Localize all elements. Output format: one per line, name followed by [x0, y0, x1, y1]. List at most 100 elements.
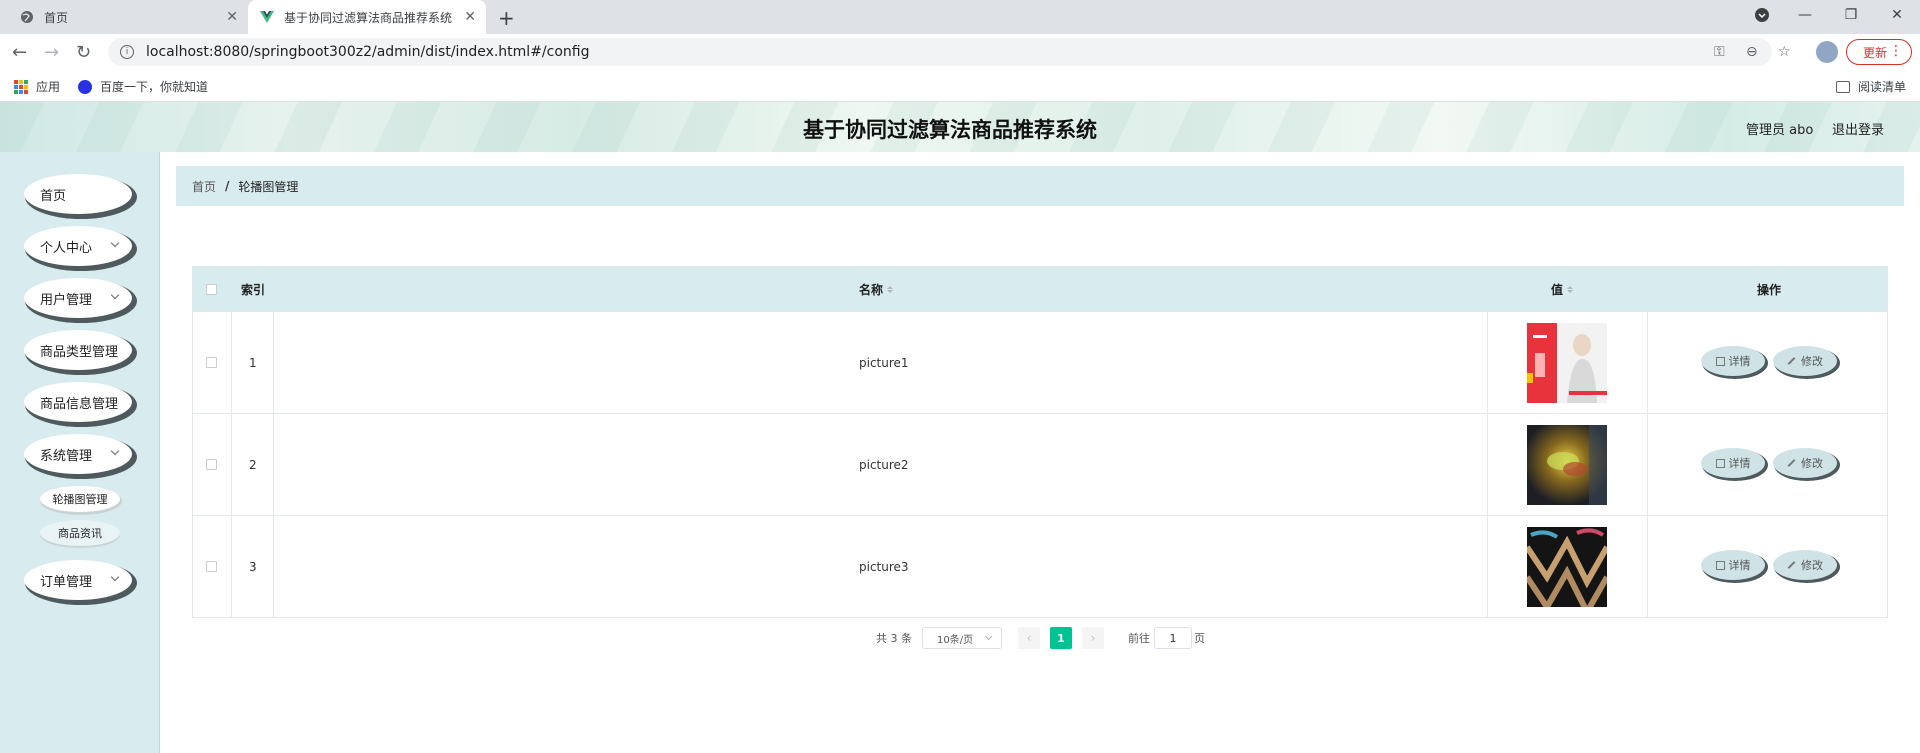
current-user: 管理员 abo	[1746, 123, 1814, 138]
zoom-icon[interactable]: ⊖	[1746, 44, 1758, 60]
checkbox[interactable]	[206, 459, 217, 470]
page-button[interactable]: 1	[1050, 627, 1072, 649]
row-checkbox[interactable]	[206, 516, 217, 617]
back-icon[interactable]: ←	[12, 42, 27, 63]
minimize-icon[interactable]: —	[1790, 0, 1820, 30]
document-icon	[1715, 356, 1725, 366]
update-label: 更新	[1863, 45, 1888, 60]
sidebar-item-product-type[interactable]: 商品类型管理	[24, 330, 132, 370]
address-bar: ← → ↻ i localhost:8080/springboot300z2/a…	[0, 34, 1920, 70]
checkbox[interactable]	[206, 357, 217, 368]
table-header: 索引 名称 值 操作	[193, 267, 1887, 311]
info-icon[interactable]: i	[120, 45, 134, 59]
table-row: 1 picture1 详情 修改	[193, 311, 1887, 413]
next-page-button[interactable]: ›	[1082, 627, 1104, 649]
sidebar-item-product-info[interactable]: 商品信息管理	[24, 382, 132, 422]
row-checkbox[interactable]	[206, 414, 217, 515]
row-index: 2	[249, 457, 257, 472]
browser-tab-app[interactable]: 基于协同过滤算法商品推荐系统 ✕	[248, 0, 486, 34]
sidebar-subitem-carousel[interactable]: 轮播图管理	[40, 486, 120, 512]
reload-icon[interactable]: ↻	[76, 42, 91, 63]
apps-grid-icon	[14, 79, 28, 94]
page-size-select[interactable]: 10条/页	[922, 627, 1002, 649]
window-close-icon[interactable]: ✕	[1882, 0, 1912, 30]
new-tab-icon[interactable]: +	[498, 6, 515, 30]
sidebar-item-order-management[interactable]: 订单管理	[24, 560, 132, 600]
sort-icon[interactable]	[887, 285, 894, 293]
goto-page-input[interactable]: 1	[1154, 627, 1192, 649]
page-size-value: 10条/页	[937, 634, 974, 646]
sidebar-subitem-label: 商品资讯	[58, 527, 102, 540]
sidebar-item-home[interactable]: 首页	[24, 174, 132, 214]
row-image[interactable]	[1527, 414, 1607, 515]
url-text: localhost:8080/springboot300z2/admin/dis…	[146, 44, 590, 60]
bookmark-apps[interactable]: 应用	[14, 78, 60, 95]
row-image[interactable]	[1527, 312, 1607, 413]
edit-icon	[1787, 459, 1796, 467]
chevron-down-icon	[110, 446, 120, 456]
bookmark-star-icon[interactable]: ☆	[1778, 44, 1791, 60]
sidebar-subitem-label: 轮播图管理	[52, 493, 108, 506]
sidebar-item-label: 商品信息管理	[40, 396, 119, 412]
sidebar-subitem-news[interactable]: 商品资讯	[40, 520, 120, 546]
sort-icon[interactable]	[1567, 285, 1574, 293]
dark-food-image	[1527, 424, 1607, 505]
chevron-down-icon	[110, 238, 120, 248]
edit-button[interactable]: 修改	[1773, 550, 1837, 580]
restore-icon[interactable]: ❐	[1836, 0, 1866, 30]
forward-icon[interactable]: →	[44, 42, 59, 63]
checkbox[interactable]	[206, 283, 217, 295]
chevron-down-icon	[110, 290, 120, 300]
document-icon	[1715, 458, 1725, 468]
page-suffix: 页	[1194, 632, 1205, 645]
detail-button[interactable]: 详情	[1701, 550, 1765, 580]
bookmark-label: 百度一下，你就知道	[100, 80, 209, 94]
select-all-checkbox[interactable]	[206, 267, 217, 311]
row-name: picture1	[859, 355, 909, 370]
sidebar-item-label: 商品类型管理	[40, 344, 119, 360]
baidu-icon	[78, 79, 92, 94]
detail-button[interactable]: 详情	[1701, 448, 1765, 478]
column-value[interactable]: 值	[1551, 267, 1574, 311]
column-label: 索引	[241, 282, 266, 297]
row-image[interactable]	[1527, 516, 1607, 617]
breadcrumb-current: 轮播图管理	[238, 179, 299, 194]
checkbox[interactable]	[206, 561, 217, 572]
tab-search-icon[interactable]	[1750, 0, 1774, 30]
row-checkbox[interactable]	[206, 312, 217, 413]
close-icon[interactable]: ✕	[226, 9, 238, 25]
browser-tab-home[interactable]: 首页 ✕	[8, 0, 248, 34]
breadcrumb-home[interactable]: 首页	[192, 178, 216, 195]
button-label: 详情	[1728, 457, 1751, 470]
edit-button[interactable]: 修改	[1773, 346, 1837, 376]
config-table: 索引 名称 值 操作 1 picture1 详情 修改 2 picture2 详…	[192, 266, 1888, 618]
sidebar-item-system-management[interactable]: 系统管理	[24, 434, 132, 474]
edit-button[interactable]: 修改	[1773, 448, 1837, 478]
detail-button[interactable]: 详情	[1701, 346, 1765, 376]
chevron-left-icon: ‹	[1026, 631, 1032, 645]
close-icon[interactable]: ✕	[464, 9, 476, 25]
edit-icon	[1787, 357, 1796, 365]
reading-list-label: 阅读清单	[1858, 80, 1907, 94]
sidebar-item-label: 个人中心	[40, 240, 93, 256]
table-row: 2 picture2 详情 修改	[193, 413, 1887, 515]
row-index: 3	[249, 559, 257, 574]
bookmark-baidu[interactable]: 百度一下，你就知道	[78, 78, 208, 95]
sidebar-item-user-management[interactable]: 用户管理	[24, 278, 132, 318]
browser-tab-title: 基于协同过滤算法商品推荐系统	[284, 10, 453, 25]
reading-list[interactable]: 阅读清单	[1836, 78, 1906, 95]
sidebar-item-personal-center[interactable]: 个人中心	[24, 226, 132, 266]
column-name[interactable]: 名称	[859, 267, 894, 311]
prev-page-button[interactable]: ‹	[1018, 627, 1040, 649]
sidebar-item-label: 用户管理	[40, 292, 93, 308]
key-icon[interactable]: ⚿	[1714, 44, 1725, 60]
chevron-down-icon	[984, 632, 993, 641]
edit-icon	[1787, 561, 1796, 569]
logout-link[interactable]: 退出登录	[1832, 119, 1884, 138]
column-index: 索引	[241, 267, 265, 311]
url-input[interactable]: i localhost:8080/springboot300z2/admin/d…	[108, 38, 1772, 66]
update-button[interactable]: 更新 ⋮	[1846, 39, 1912, 65]
chevron-down-icon	[110, 572, 120, 582]
chevron-right-icon: ›	[1090, 631, 1096, 645]
profile-avatar[interactable]	[1816, 41, 1838, 63]
